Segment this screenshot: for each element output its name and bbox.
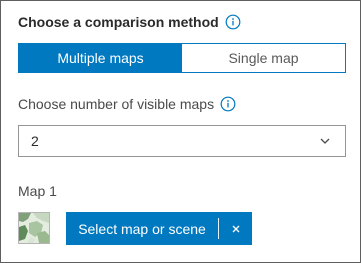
comparison-method-title: Choose a comparison method — [18, 14, 219, 30]
info-icon[interactable] — [220, 96, 236, 112]
visible-maps-heading: Choose number of visible maps — [18, 95, 236, 113]
visible-maps-select[interactable]: 2 — [18, 125, 346, 157]
single-map-option[interactable]: Single map — [182, 44, 345, 72]
comparison-panel: Choose a comparison method Multiple maps… — [0, 0, 361, 263]
map1-label: Map 1 — [18, 183, 57, 199]
select-map-button[interactable]: Select map or scene — [66, 212, 218, 245]
comparison-method-toggle: Multiple maps Single map — [18, 43, 346, 73]
chevron-down-icon — [319, 135, 331, 147]
visible-maps-label: Choose number of visible maps — [18, 96, 215, 112]
close-icon — [231, 224, 241, 234]
split-divider — [218, 218, 219, 239]
multiple-maps-option[interactable]: Multiple maps — [19, 44, 182, 72]
select-map-split-button: Select map or scene — [66, 212, 252, 245]
map-thumbnail — [18, 212, 50, 244]
clear-map-button[interactable] — [219, 212, 252, 245]
info-icon[interactable] — [225, 14, 241, 30]
comparison-method-heading: Choose a comparison method — [18, 12, 241, 32]
visible-maps-value: 2 — [31, 133, 39, 149]
